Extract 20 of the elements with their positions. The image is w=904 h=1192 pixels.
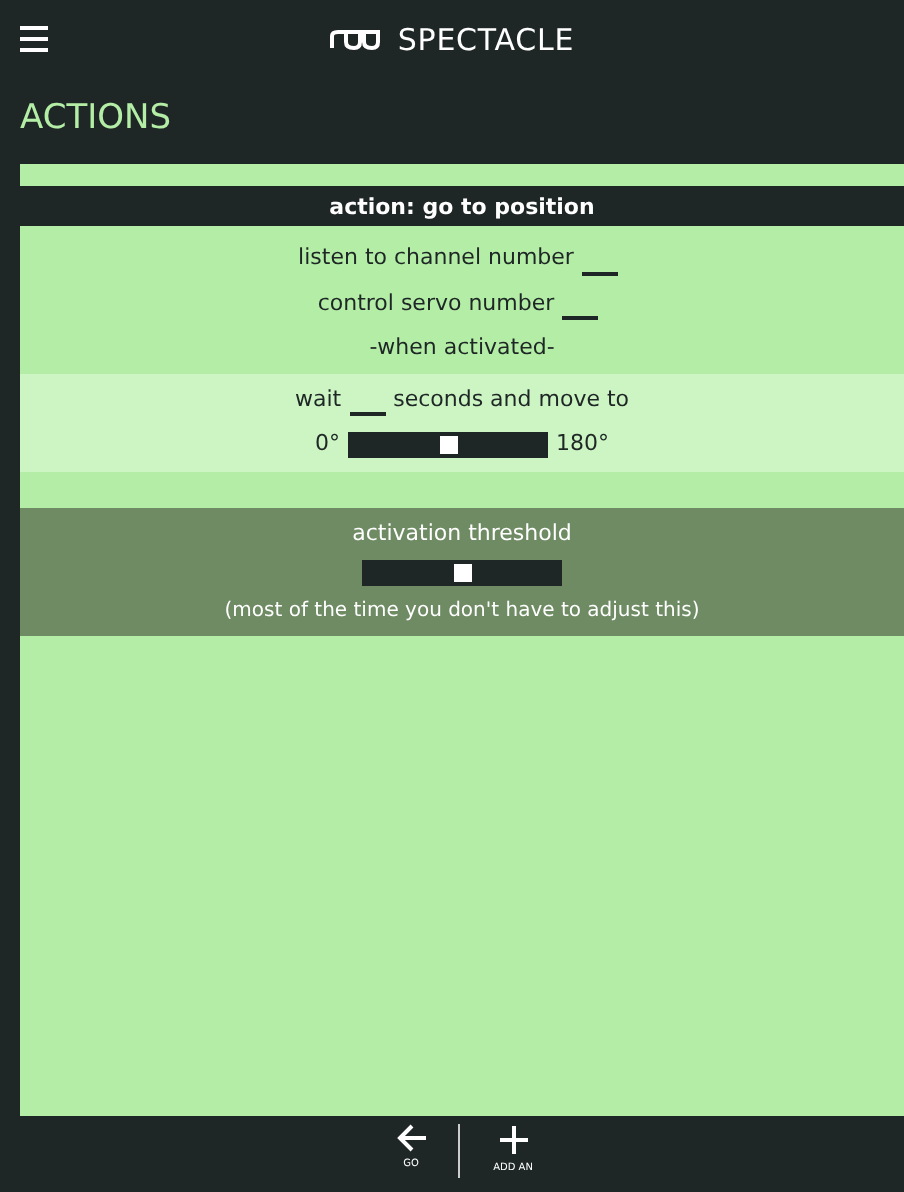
page-title: ACTIONS [20, 96, 171, 143]
channel-label: listen to channel number [298, 242, 574, 274]
glasses-icon [329, 30, 382, 50]
min-label: 0° [315, 428, 340, 460]
slider-thumb[interactable] [440, 435, 458, 454]
slider[interactable] [362, 560, 562, 586]
action-title: action: go to position [329, 191, 595, 224]
back-arrow-icon [395, 1124, 427, 1152]
threshold-note: (most of the time you don't have to adjust this) [224, 598, 700, 626]
wait-label: wait [294, 383, 342, 415]
seconds-label: seconds and move to [393, 383, 630, 415]
menu-icon[interactable] [20, 26, 48, 52]
servo-label: control servo number [317, 287, 555, 319]
app-title: SPECTACLE [397, 19, 575, 62]
threshold-title: activation threshold [352, 517, 572, 549]
slider-thumb[interactable] [454, 564, 472, 582]
when-label: -when activated- [369, 332, 555, 364]
slider[interactable] [348, 431, 548, 458]
plus-icon [497, 1124, 529, 1156]
max-label: 180° [556, 428, 609, 460]
